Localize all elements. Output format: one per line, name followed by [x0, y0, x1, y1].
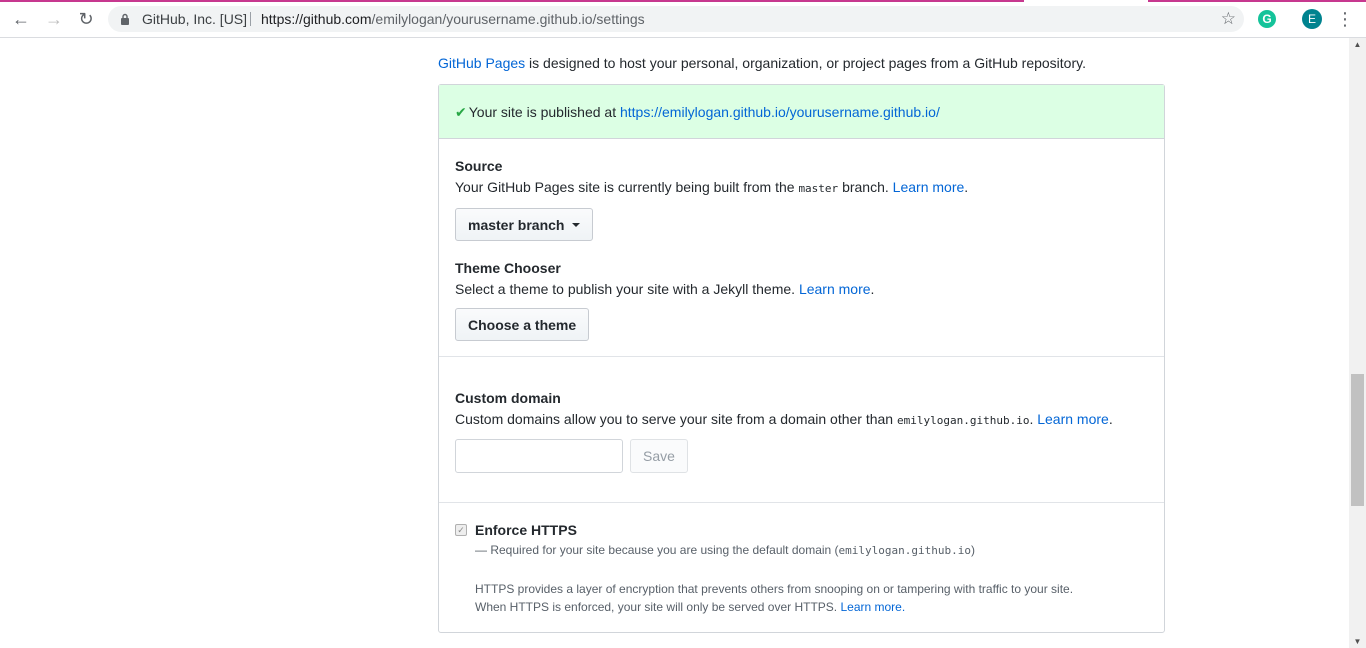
lock-icon — [120, 6, 130, 32]
grammarly-extension-icon[interactable]: G — [1258, 10, 1276, 28]
page-scrollbar[interactable]: ▲ ▼ — [1349, 38, 1366, 648]
https-learn-more-link[interactable]: Learn more. — [840, 600, 905, 614]
branch-select-label: master branch — [468, 216, 565, 233]
caret-down-icon — [572, 222, 581, 227]
pages-intro: GitHub Pages is designed to host your pe… — [438, 55, 1086, 71]
github-pages-link[interactable]: GitHub Pages — [438, 55, 525, 71]
reload-icon[interactable]: ↻ — [74, 8, 98, 30]
branch-select-button[interactable]: master branch — [455, 208, 594, 241]
published-text: Your site is published at — [468, 104, 620, 120]
omnibox-divider — [250, 12, 251, 26]
theme-description: Select a theme to publish your site with… — [455, 281, 875, 297]
save-domain-button[interactable]: Save — [630, 439, 688, 473]
https-info-line-2: When HTTPS is enforced, your site will o… — [475, 600, 906, 614]
enforce-https-label: Enforce HTTPS — [475, 522, 577, 538]
https-domain-code: emilylogan.github.io — [838, 544, 971, 557]
published-url-link[interactable]: https://emilylogan.github.io/yourusernam… — [620, 104, 940, 120]
tab-strip-accent — [0, 0, 1366, 2]
theme-learn-more-link[interactable]: Learn more — [799, 281, 871, 297]
published-flash: ✔ Your site is published at https://emily… — [439, 85, 1164, 139]
intro-text: is designed to host your personal, organ… — [525, 55, 1086, 71]
theme-heading: Theme Chooser — [455, 260, 561, 276]
scroll-up-arrow-icon[interactable]: ▲ — [1349, 40, 1366, 49]
https-required-note: — Required for your site because you are… — [475, 543, 975, 557]
github-pages-settings: ✔ Your site is published at https://emily… — [438, 84, 1165, 633]
custom-domain-input[interactable] — [455, 439, 623, 473]
choose-theme-button[interactable]: Choose a theme — [455, 308, 590, 341]
source-heading: Source — [455, 158, 503, 174]
custom-domain-heading: Custom domain — [455, 390, 561, 406]
https-info-line-1: HTTPS provides a layer of encryption tha… — [475, 582, 1074, 596]
custom-domain-learn-more-link[interactable]: Learn more — [1037, 411, 1109, 427]
source-description: Your GitHub Pages site is currently bein… — [455, 179, 969, 195]
forward-icon[interactable]: → — [42, 8, 66, 30]
bookmark-star-icon[interactable]: ☆ — [1221, 6, 1236, 32]
source-branch-dropdown[interactable]: master branch — [455, 208, 594, 241]
scroll-down-arrow-icon[interactable]: ▼ — [1349, 637, 1366, 646]
branch-code: master — [798, 182, 839, 195]
section-divider — [439, 502, 1164, 503]
default-domain-code: emilylogan.github.io — [896, 414, 1030, 427]
custom-domain-description: Custom domains allow you to serve your s… — [455, 411, 1113, 427]
browser-menu-icon[interactable]: ⋮ — [1336, 8, 1354, 30]
browser-toolbar: ← → ↻ GitHub, Inc. [US] https://github.c… — [0, 0, 1366, 38]
scrollbar-thumb[interactable] — [1351, 374, 1364, 506]
site-identity: GitHub, Inc. [US] — [142, 11, 248, 27]
section-divider — [439, 356, 1164, 357]
check-icon: ✔ — [455, 104, 467, 120]
url-text: https://github.com/emilylogan/youruserna… — [261, 11, 645, 27]
profile-avatar[interactable]: E — [1302, 9, 1322, 29]
source-learn-more-link[interactable]: Learn more — [893, 179, 965, 195]
enforce-https-checkbox[interactable]: ✓ — [455, 524, 467, 536]
back-icon[interactable]: ← — [9, 8, 33, 30]
address-bar[interactable]: GitHub, Inc. [US] https://github.com/emi… — [108, 6, 1244, 32]
